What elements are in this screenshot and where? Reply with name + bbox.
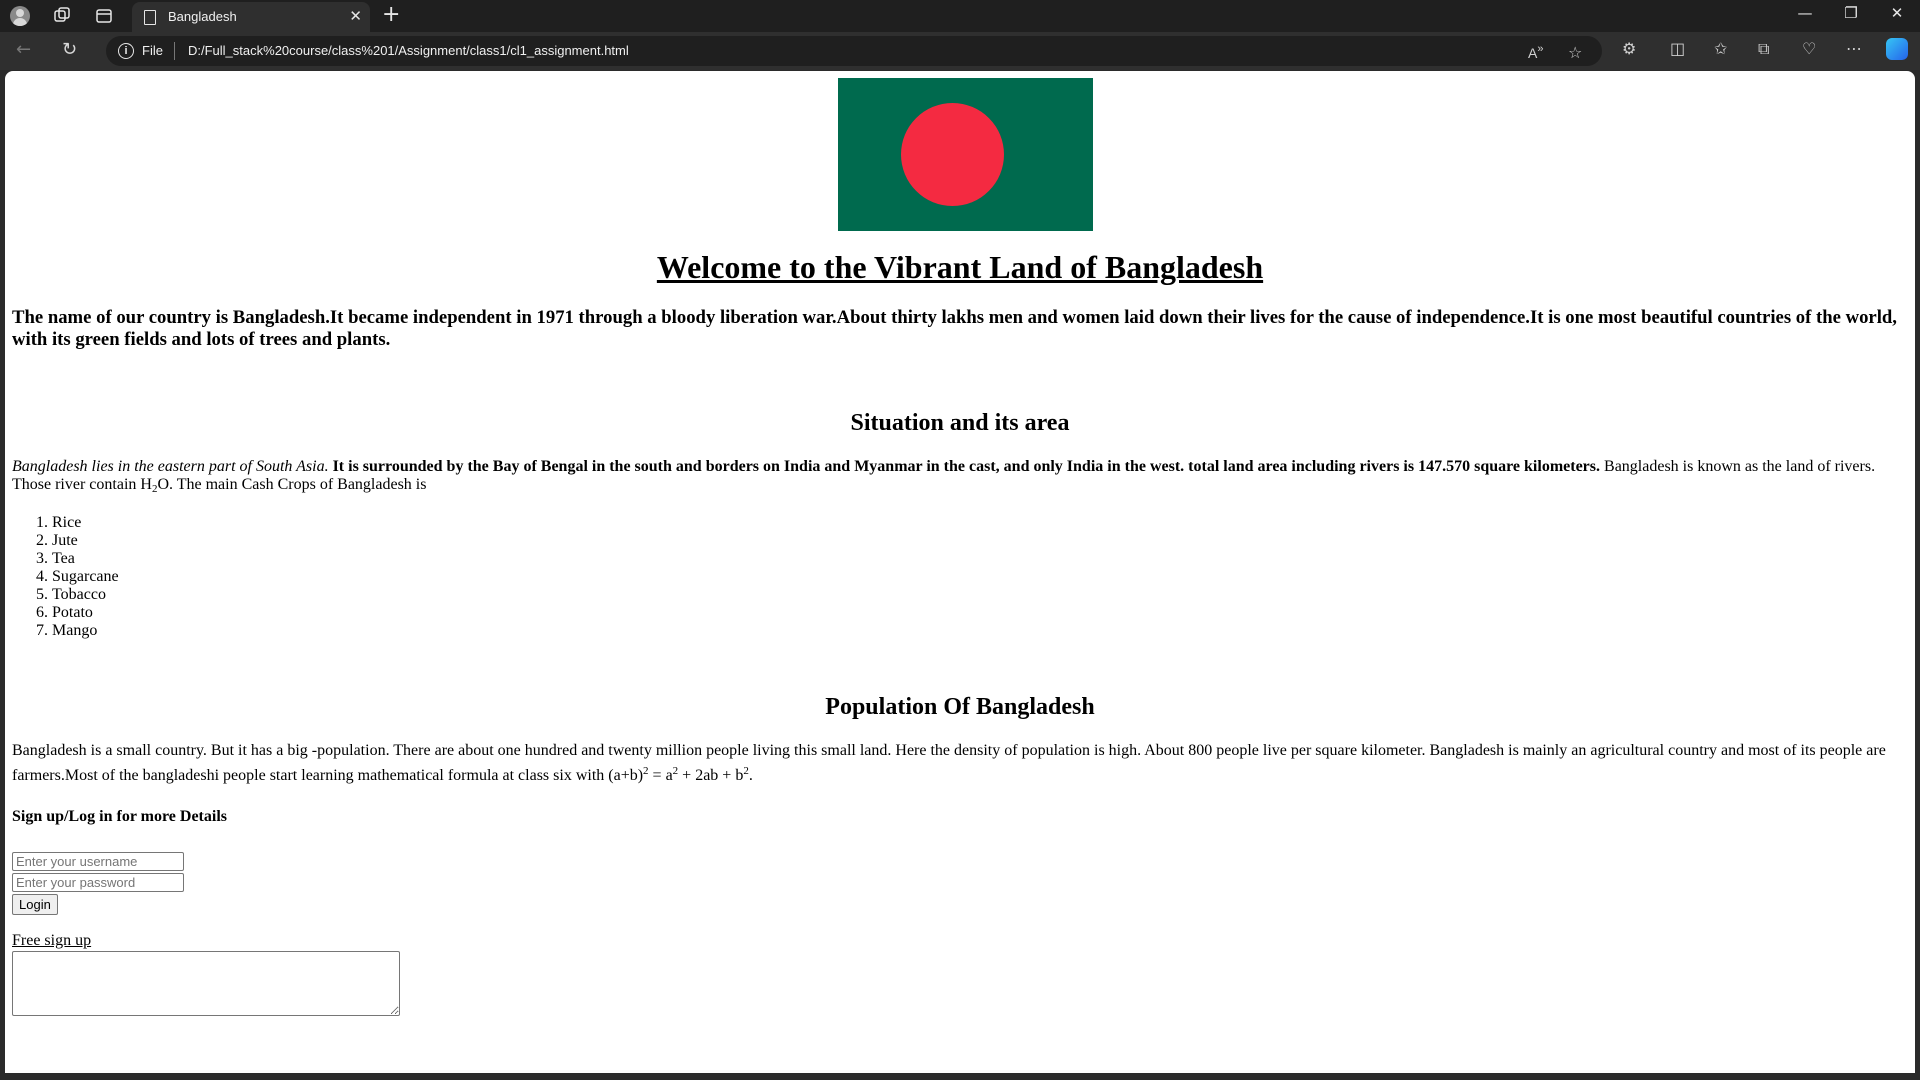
situation-paragraph: Bangladesh lies in the eastern part of S… [12, 458, 1908, 498]
tab-title: Bangladesh [168, 9, 237, 24]
close-tab-icon[interactable]: ✕ [349, 7, 362, 25]
formula-part: + 2ab + b [678, 767, 744, 784]
info-icon[interactable]: i [118, 43, 134, 59]
browser-tab[interactable]: Bangladesh ✕ [132, 2, 370, 32]
page-viewport: Welcome to the Vibrant Land of Banglades… [5, 71, 1915, 1073]
list-item: Rice [52, 514, 119, 532]
back-icon[interactable]: ← [16, 39, 31, 60]
situation-text-end: O. The main Cash Crops of Bangladesh is [157, 476, 427, 493]
address-bar: ← ↻ i File D:/Full_stack%20course/class%… [0, 32, 1920, 70]
collections-icon[interactable]: ⧉ [1758, 39, 1769, 59]
login-button[interactable]: Login [12, 894, 58, 915]
population-paragraph: Bangladesh is a small country. But it ha… [12, 741, 1908, 786]
new-tab-icon[interactable]: + [382, 2, 400, 27]
url-text[interactable]: D:/Full_stack%20course/class%201/Assignm… [188, 43, 629, 58]
page-title: Welcome to the Vibrant Land of Banglades… [656, 249, 1264, 285]
list-item: Jute [52, 532, 119, 550]
username-input[interactable] [12, 852, 184, 871]
flag-red-disc [901, 103, 1004, 206]
population-heading: Population Of Bangladesh [825, 694, 1095, 720]
details-textarea[interactable] [12, 951, 400, 1016]
page-icon [144, 10, 156, 25]
refresh-icon[interactable]: ↻ [62, 39, 77, 60]
read-aloud-icon[interactable]: A» [1528, 43, 1543, 61]
list-item: Tea [52, 550, 119, 568]
list-item: Sugarcane [52, 568, 119, 586]
situation-italic: Bangladesh lies in the eastern part of S… [12, 458, 329, 475]
password-input[interactable] [12, 873, 184, 892]
list-item: Tobacco [52, 586, 119, 604]
split-screen-icon[interactable]: ◫ [1670, 39, 1685, 58]
cash-crops-list: Rice Jute Tea Sugarcane Tobacco Potato M… [12, 514, 119, 640]
tab-actions-icon[interactable] [94, 6, 114, 26]
intro-paragraph: The name of our country is Bangladesh.It… [12, 307, 1897, 350]
close-window-icon[interactable]: ✕ [1874, 4, 1920, 22]
list-item: Mango [52, 622, 119, 640]
copilot-icon[interactable] [1886, 38, 1908, 60]
list-item: Potato [52, 604, 119, 622]
more-options-icon[interactable]: ⋯ [1846, 39, 1862, 58]
formula-part: = a [648, 767, 673, 784]
file-label: File [142, 43, 163, 58]
favorite-star-icon[interactable]: ☆ [1568, 43, 1582, 62]
situation-heading: Situation and its area [850, 410, 1070, 436]
signup-heading: Sign up/Log in for more Details [12, 808, 227, 825]
extensions-icon[interactable]: ⚙ [1622, 39, 1636, 58]
minimize-icon[interactable]: — [1782, 4, 1828, 22]
browser-essentials-icon[interactable]: ♡ [1802, 39, 1816, 58]
profile-avatar-icon[interactable] [10, 6, 30, 26]
situation-bold: It is surrounded by the Bay of Bengal in… [332, 458, 1601, 475]
url-field[interactable]: i File D:/Full_stack%20course/class%201/… [106, 36, 1602, 66]
workspaces-icon[interactable] [52, 6, 72, 26]
title-bar: Bangladesh ✕ + — ❐ ✕ [0, 0, 1920, 32]
restore-icon[interactable]: ❐ [1828, 4, 1874, 22]
formula-end: . [748, 767, 753, 784]
free-signup-link[interactable]: Free sign up [12, 932, 91, 950]
population-text: Bangladesh is a small country. But it ha… [12, 742, 1886, 784]
bangladesh-flag-image [838, 78, 1093, 231]
favorites-icon[interactable]: ✩ [1714, 39, 1727, 58]
url-divider [174, 42, 175, 60]
